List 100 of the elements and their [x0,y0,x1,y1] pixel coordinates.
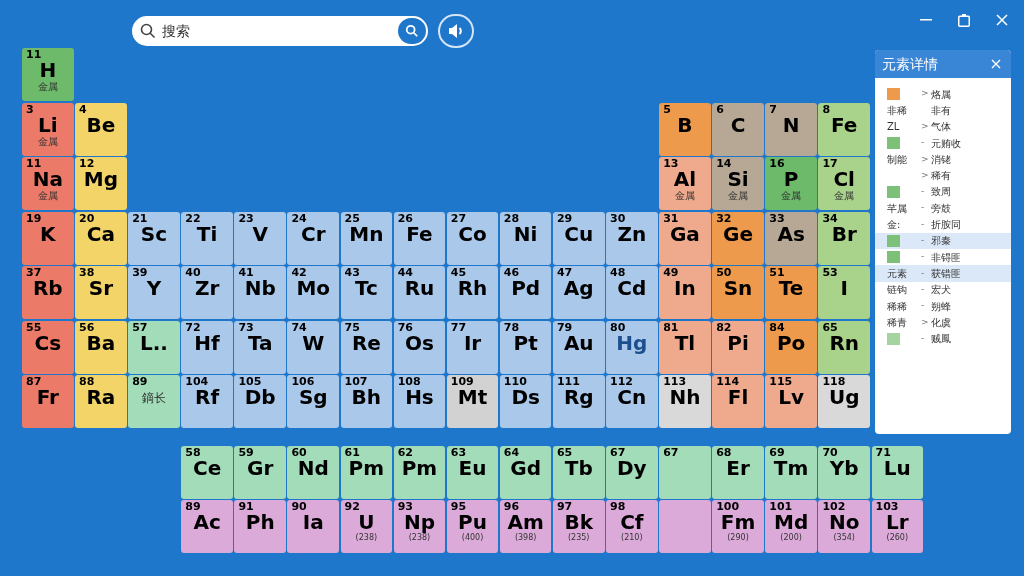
element-tile[interactable]: 11 Na 金属 [22,157,74,210]
element-tile[interactable]: 51 Te [765,266,817,319]
element-tile[interactable]: 98 Cf (210) [606,499,658,553]
element-tile[interactable]: 40 Zr [181,266,233,319]
element-tile[interactable]: 88 Ra [75,375,127,428]
search-field[interactable]: 搜索 [132,16,428,46]
element-tile[interactable]: 55 Cs [22,320,74,374]
legend-row[interactable]: 稀青 > 化虞 [875,314,1011,331]
element-tile[interactable]: 78 Pt [499,320,552,374]
element-tile[interactable]: 53 I [818,266,870,319]
element-tile[interactable]: 95 Pu (400) [446,499,499,553]
element-tile[interactable]: 13 Al 金属 [659,157,711,210]
element-tile[interactable]: 81 Tl [659,320,711,374]
element-tile[interactable]: 79 Au [552,320,605,374]
element-tile[interactable]: 30 Zn [606,211,658,265]
element-tile[interactable]: 46 Pd [499,266,552,319]
legend-row[interactable]: - 贼鳳 [875,330,1011,347]
element-tile[interactable]: 5 B [659,102,711,156]
element-tile[interactable]: 6 C [712,102,764,156]
element-tile[interactable]: 67 Dy [606,446,658,499]
element-tile[interactable]: 76 Os [393,320,446,374]
element-tile[interactable]: 84 Po [765,320,817,374]
element-tile[interactable]: 105 Db [234,375,286,428]
element-tile[interactable]: 115 Lv [765,375,817,428]
element-tile[interactable]: 27 Co [446,211,499,265]
element-tile[interactable]: 12 Mg [75,157,127,210]
element-tile[interactable]: 23 V [234,211,286,265]
element-tile[interactable]: 59 Gr [234,446,286,499]
element-tile[interactable]: 92 U (238) [340,499,393,553]
element-tile[interactable]: 106 Sg [287,375,340,428]
element-tile[interactable]: 42 Mo [287,266,340,319]
element-tile[interactable]: 74 W [287,320,340,374]
element-tile[interactable]: 89 Ac [181,499,233,553]
element-tile[interactable]: 45 Rh [446,266,499,319]
element-tile[interactable]: 14 Si 金属 [712,157,764,210]
element-tile[interactable]: 48 Cd [606,266,658,319]
element-tile[interactable]: 112 Cn [606,375,658,428]
element-tile[interactable]: 77 Ir [446,320,499,374]
element-tile[interactable]: 60 Nd [287,446,340,499]
element-tile[interactable]: 89 鏑长 [128,375,180,428]
element-tile[interactable]: 21 Sc [128,211,180,265]
legend-row[interactable]: 非稀 非有 [875,102,1011,119]
element-tile[interactable]: 39 Y [128,266,180,319]
element-tile[interactable]: 111 Rg [552,375,605,428]
element-tile[interactable]: 110 Ds [499,375,552,428]
element-tile[interactable]: 26 Fe [393,211,446,265]
element-tile[interactable]: 96 Am (398) [499,499,552,553]
legend-row[interactable]: > 烙属 [875,86,1011,103]
element-tile[interactable]: 44 Ru [393,266,446,319]
legend-row[interactable]: 制能 > 消铑 [875,151,1011,168]
element-tile[interactable]: 107 Bh [340,375,393,428]
element-tile[interactable]: 82 Pi [712,320,764,374]
search-input[interactable]: 搜索 [162,20,398,42]
element-tile[interactable]: 108 Hs [393,375,446,428]
element-tile[interactable]: 34 Br [818,211,870,265]
legend-row[interactable]: 金: - 折胺同 [875,216,1011,233]
element-tile[interactable]: 50 Sn [712,266,764,319]
element-tile[interactable]: 32 Ge [712,211,764,265]
element-tile[interactable]: 3 Li 金属 [22,102,74,156]
element-tile[interactable]: 62 Pm [393,446,446,499]
element-tile[interactable]: 91 Ph [234,499,286,553]
element-tile[interactable]: 61 Pm [340,446,393,499]
element-tile[interactable]: 28 Ni [499,211,552,265]
element-tile[interactable]: 65 Tb [552,446,605,499]
element-tile[interactable]: 104 Rf [181,375,233,428]
element-tile[interactable]: 75 Re [340,320,393,374]
legend-row[interactable]: > 稀有 [875,167,1011,184]
element-tile[interactable]: 7 N [765,102,817,156]
element-tile[interactable]: 80 Hg [606,320,658,374]
element-tile[interactable]: 87 Fr [22,375,74,428]
element-tile[interactable]: 47 Ag [552,266,605,319]
element-tile[interactable]: 49 In [659,266,711,319]
element-tile[interactable]: 58 Ce [181,446,233,499]
legend-row[interactable]: - 致周 [875,183,1011,201]
legend-row[interactable]: - 邪秦 [875,232,1011,249]
element-tile[interactable]: 101 Md (200) [765,499,817,553]
legend-row[interactable]: - 非锝匪 [875,248,1011,266]
legend-row[interactable]: 元素 - 获错匪 [875,265,1011,282]
element-tile[interactable]: 19 K [22,211,74,265]
element-tile[interactable]: 114 Fl [712,375,764,428]
element-tile[interactable]: 24 Cr [287,211,340,265]
element-tile[interactable]: 68 Er [712,446,764,499]
element-tile[interactable]: 65 Rn [818,320,870,374]
element-tile[interactable]: 41 Nb [234,266,286,319]
element-tile[interactable]: 97 Bk (235) [552,499,605,553]
element-tile[interactable]: 70 Yb [818,446,870,499]
legend-row[interactable]: ZL > 气体 [875,118,1011,135]
element-tile[interactable]: 102 No (354) [818,499,870,553]
element-tile[interactable]: 37 Rb [22,266,74,319]
legend-row[interactable]: 芊属 - 旁鼓 [875,200,1011,217]
element-tile[interactable]: 90 Ia [287,499,340,553]
element-tile[interactable]: 20 Ca [75,211,127,265]
element-tile[interactable]: 38 Sr [75,266,127,319]
element-tile[interactable]: 64 Gd [499,446,552,499]
element-tile[interactable]: 73 Ta [234,320,286,374]
element-tile[interactable]: 33 As [765,211,817,265]
element-tile[interactable]: 118 Ug [818,375,870,428]
element-tile[interactable]: 8 Fe [818,102,870,156]
element-tile[interactable]: 43 Tc [340,266,393,319]
element-tile[interactable]: 57 L.. [128,320,180,374]
